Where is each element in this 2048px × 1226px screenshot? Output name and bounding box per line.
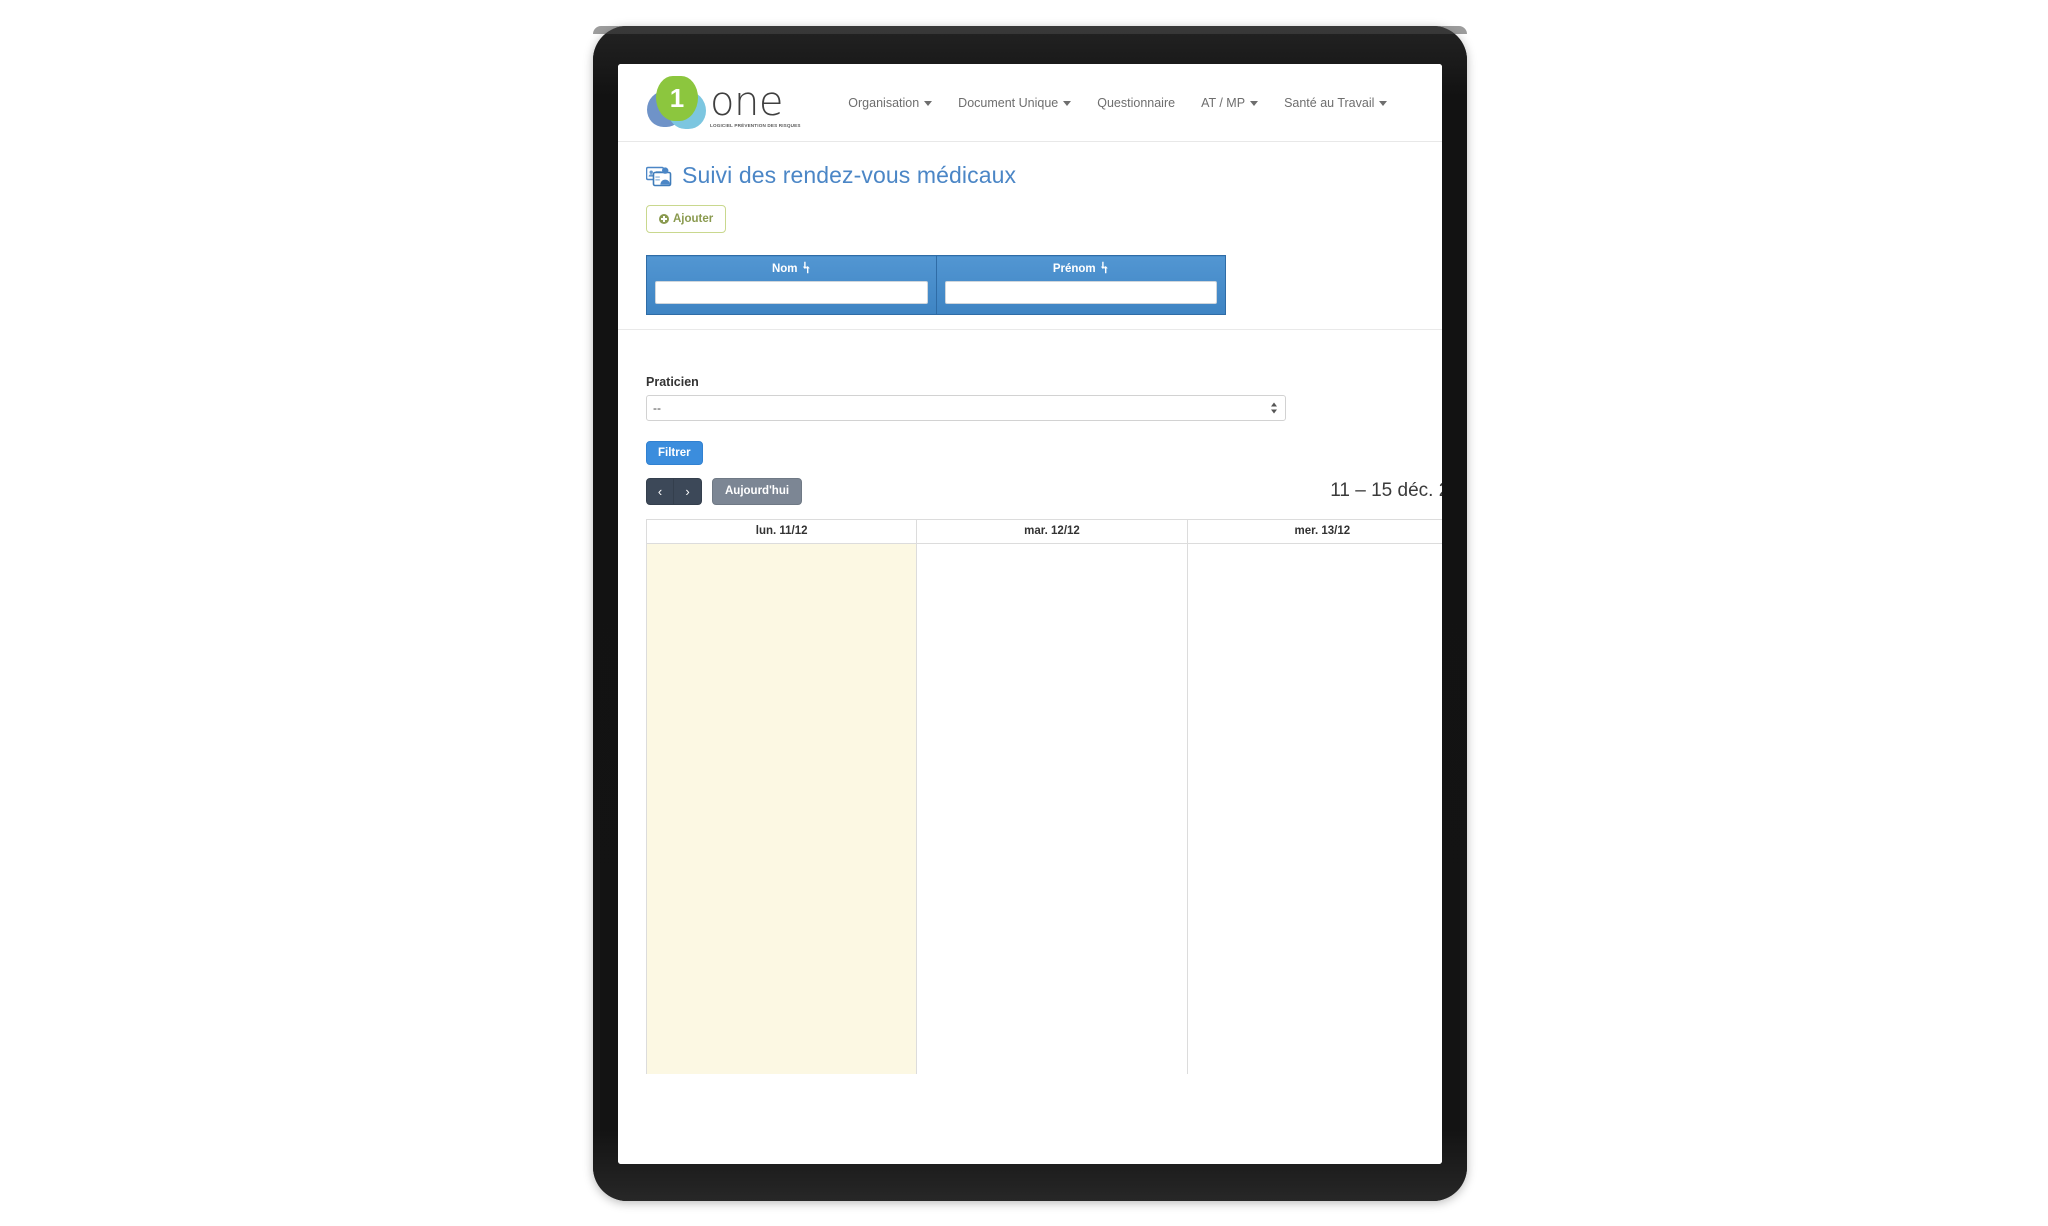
logo-number: 1	[669, 82, 685, 113]
column-header-prenom[interactable]: Prénom	[935, 255, 1226, 315]
logo-wordmark: one LOGICIEL PRÉVENTION DES RISQUES	[710, 78, 800, 131]
chevron-down-icon	[924, 101, 933, 106]
plus-circle-icon	[659, 214, 669, 224]
screenshot-root: 1 one LOGICIEL PRÉVENTION DES RISQUES Or…	[0, 0, 2048, 1226]
sort-updown-icon[interactable]	[802, 261, 811, 274]
calendar-today-button[interactable]: Aujourd'hui	[712, 477, 803, 505]
add-button-label: Ajouter	[673, 213, 714, 225]
nav-item-document-unique[interactable]: Document Unique	[958, 95, 1072, 110]
column-header-nom[interactable]: Nom	[646, 255, 937, 315]
filter-table-head: Nom Prénom	[646, 255, 1226, 315]
main-content: Suivi des rendez-vous médicaux Ajouter N…	[618, 142, 1442, 1074]
tablet-screen: 1 one LOGICIEL PRÉVENTION DES RISQUES Or…	[618, 64, 1442, 1164]
nav-item-questionnaire[interactable]: Questionnaire	[1097, 96, 1175, 110]
chevron-down-icon	[1379, 101, 1388, 106]
calendar-day-headers: lun. 11/12 mar. 12/12 mer. 13/12	[647, 520, 1442, 544]
praticien-selected-value: --	[653, 401, 661, 415]
brand-logo[interactable]: 1 one LOGICIEL PRÉVENTION DES RISQUES	[646, 75, 800, 131]
table-empty-body	[618, 315, 1442, 330]
nav-item-at-mp[interactable]: AT / MP	[1201, 95, 1259, 110]
praticien-label: Praticien	[646, 375, 699, 389]
page-title-row: Suivi des rendez-vous médicaux	[618, 142, 1442, 189]
chevron-up-icon	[1271, 402, 1277, 407]
calendar-column-lun-today[interactable]	[647, 544, 918, 1074]
calendar-date-range: 11 – 15 déc. 2023	[1330, 480, 1442, 501]
chevron-down-icon	[1250, 101, 1259, 106]
nav-label: Questionnaire	[1097, 95, 1176, 110]
nav-label: AT / MP	[1201, 95, 1246, 110]
logo-word: one	[710, 78, 783, 125]
nav-item-sante-au-travail[interactable]: Santé au Travail	[1284, 95, 1388, 110]
tablet-device-frame: 1 one LOGICIEL PRÉVENTION DES RISQUES Or…	[593, 26, 1467, 1201]
add-button[interactable]: Ajouter	[646, 205, 727, 233]
sort-updown-icon[interactable]	[1100, 261, 1109, 274]
nav-item-organisation[interactable]: Organisation	[848, 95, 933, 110]
calendar-next-button[interactable]: ›	[674, 477, 702, 505]
calendar-toolbar: ‹ › Aujourd'hui 11 – 15 déc. 2023	[646, 477, 1442, 505]
calendar-day-header-mer[interactable]: mer. 13/12	[1188, 520, 1442, 543]
filter-table: Nom Prénom	[646, 255, 1226, 315]
web-page: 1 one LOGICIEL PRÉVENTION DES RISQUES Or…	[618, 64, 1442, 1164]
calendar-column-mar[interactable]	[917, 544, 1188, 1074]
calendar-day-header-mar[interactable]: mar. 12/12	[917, 520, 1188, 543]
logo-tagline: LOGICIEL PRÉVENTION DES RISQUES	[710, 122, 801, 128]
table-header-row: Nom Prénom	[646, 255, 1226, 315]
filter-button[interactable]: Filtrer	[646, 441, 703, 465]
calendar-day-columns	[647, 544, 1442, 1074]
filter-input-nom[interactable]	[655, 281, 928, 304]
device-top-edge-highlight	[593, 26, 1467, 34]
logo-mark-icon: 1	[646, 75, 708, 131]
calendar-column-mer[interactable]	[1187, 544, 1442, 1074]
calendar-prev-button[interactable]: ‹	[646, 477, 674, 505]
column-header-nom-label-wrap: Nom	[655, 261, 928, 281]
calendar-nav-group: ‹ ›	[646, 477, 702, 505]
main-navigation: Organisation Document Unique Questionnai…	[848, 95, 1388, 110]
column-header-label: Prénom	[1052, 262, 1096, 275]
nav-label: Document Unique	[958, 95, 1059, 110]
column-header-prenom-label-wrap: Prénom	[945, 261, 1218, 281]
praticien-select[interactable]: --	[646, 395, 1286, 421]
nav-label: Santé au Travail	[1284, 95, 1375, 110]
appointment-card-person-icon	[645, 165, 672, 187]
chevron-down-icon	[1063, 101, 1072, 106]
filter-input-prenom[interactable]	[944, 281, 1217, 304]
praticien-field: Praticien --	[646, 375, 1286, 421]
calendar-day-header-lun[interactable]: lun. 11/12	[647, 520, 918, 543]
site-header: 1 one LOGICIEL PRÉVENTION DES RISQUES Or…	[618, 64, 1442, 142]
select-stepper-icon	[1271, 402, 1277, 414]
calendar-grid: lun. 11/12 mar. 12/12 mer. 13/12	[646, 519, 1442, 1074]
page-title: Suivi des rendez-vous médicaux	[682, 162, 1017, 188]
nav-label: Organisation	[848, 95, 920, 110]
chevron-down-icon	[1271, 409, 1277, 414]
column-header-label: Nom	[771, 262, 798, 275]
